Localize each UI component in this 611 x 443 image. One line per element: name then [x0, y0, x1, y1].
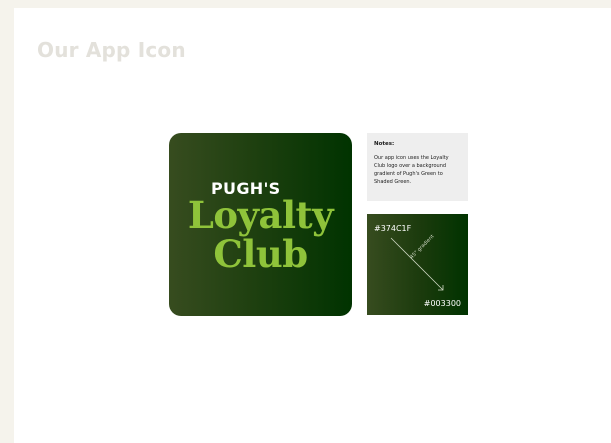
page-title: Our App Icon	[37, 38, 186, 62]
notes-heading: Notes:	[374, 141, 395, 147]
brand-title-line1: Loyalty	[187, 193, 334, 237]
notes-body: Our app icon uses the Loyalty Club logo …	[374, 155, 449, 185]
brand-title-line2: Club	[213, 232, 308, 276]
gradient-swatch: #374C1F 45° gradient #003300	[367, 214, 468, 315]
app-icon-preview: PUGH'S Loyalty Club	[169, 133, 352, 316]
gradient-end-hex: #003300	[423, 299, 461, 308]
notes-panel: Notes: Our app icon uses the Loyalty Clu…	[367, 133, 468, 201]
content-card: Our App Icon PUGH'S Loyalty Club Notes: …	[14, 8, 611, 443]
